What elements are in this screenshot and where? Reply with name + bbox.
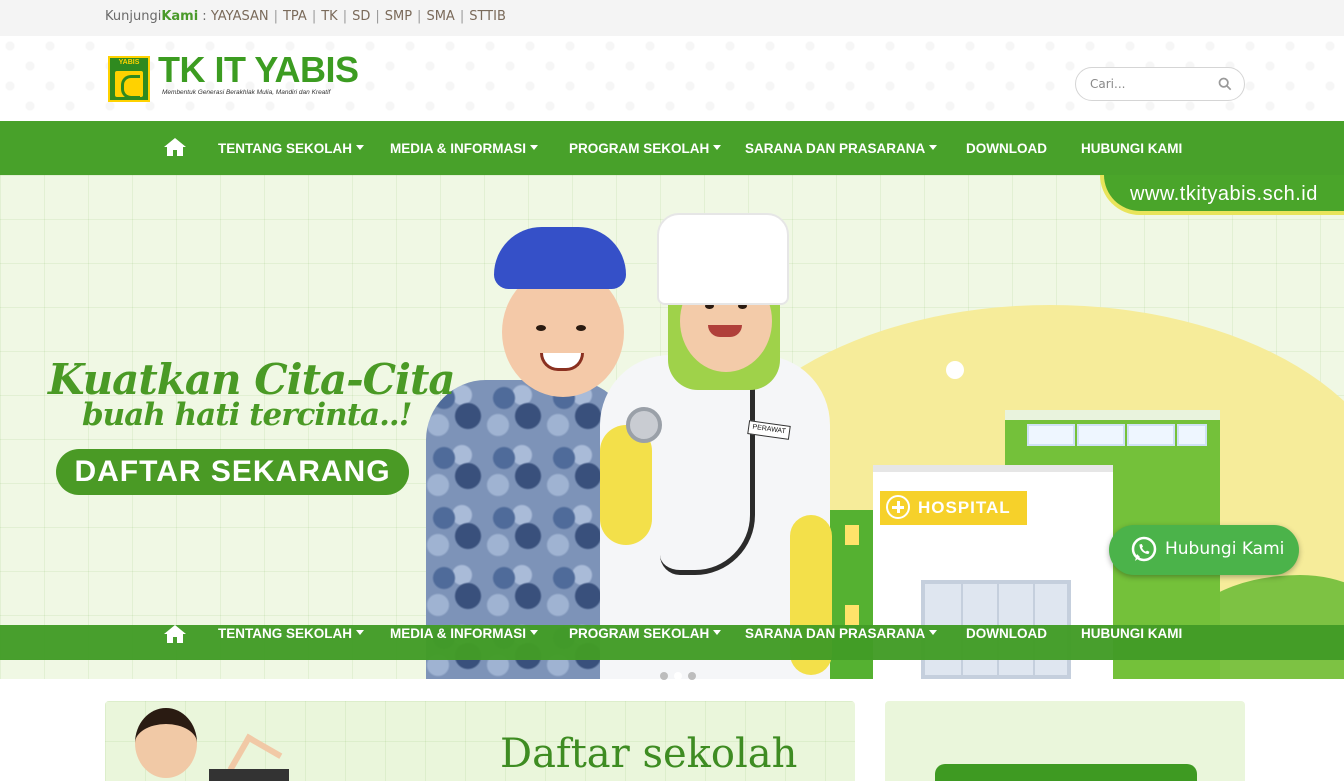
stethoscope-tube [660, 375, 755, 575]
caret-down-icon [929, 629, 938, 635]
school-name[interactable]: TK IT YABIS [158, 49, 359, 91]
caret-down-icon [713, 629, 722, 635]
link-separator: | [417, 9, 422, 24]
building-window [1127, 424, 1175, 446]
link-sma[interactable]: SMA [426, 9, 454, 24]
caret-down-icon [356, 629, 364, 635]
nav-item-hubungi-kami[interactable]: HUBUNGI KAMI [1081, 141, 1182, 156]
nav-item-sarana-prasarana[interactable]: SARANA DAN PRASARANA [745, 141, 938, 156]
hospital-sign: HOSPITAL [880, 491, 1027, 525]
search-box [1075, 67, 1245, 101]
link-separator: | [273, 9, 278, 24]
top-bar: KunjungiKami : YAYASAN | TPA | TK | SD | SMP | SMA… [0, 0, 1344, 36]
register-now-button[interactable]: DAFTAR SEKARANG [56, 449, 409, 495]
visit-colon: : [198, 9, 211, 24]
stethoscope-illustration [626, 407, 662, 443]
carousel-dot[interactable] [688, 672, 696, 680]
nav-item-label: SARANA DAN PRASARANA [745, 626, 926, 641]
nav-item-label: TENTANG SEKOLAH [218, 141, 352, 156]
girl-sleeve [600, 425, 652, 545]
plus-cross-icon [886, 494, 910, 519]
nav-item-tentang-sekolah[interactable]: TENTANG SEKOLAH [218, 141, 364, 156]
link-separator: | [342, 9, 348, 24]
hero-subheadline: buah hati tercinta..! [82, 397, 412, 433]
nav-item-hubungi-kami[interactable]: HUBUNGI KAMI [1081, 626, 1182, 641]
caret-down-icon [530, 629, 538, 635]
boy-eye [576, 325, 586, 331]
logo-emblem-text: YABIS [118, 59, 140, 66]
nav-item-media-informasi[interactable]: MEDIA & INFORMASI [390, 626, 538, 641]
building-window [845, 605, 859, 625]
whatsapp-contact-button[interactable]: Hubungi Kami [1109, 525, 1299, 575]
link-separator: | [375, 9, 380, 24]
side-card-header [935, 764, 1197, 781]
beret-cap [494, 227, 626, 289]
school-logo-emblem[interactable]: YABIS [108, 56, 150, 102]
link-yayasan[interactable]: YAYASAN [211, 9, 269, 24]
nav-item-label: MEDIA & INFORMASI [390, 626, 526, 641]
hero-decor-dot [946, 361, 964, 379]
building-window [1027, 424, 1075, 446]
building-window [845, 525, 859, 545]
nav-item-download[interactable]: DOWNLOAD [966, 626, 1047, 641]
nav-item-label: HUBUNGI KAMI [1081, 626, 1183, 641]
nav-item-sarana-prasarana[interactable]: SARANA DAN PRASARANA [745, 626, 938, 641]
nav-item-download[interactable]: DOWNLOAD [966, 141, 1047, 156]
child-photo [135, 708, 197, 778]
building-window [1177, 424, 1207, 446]
link-sd[interactable]: SD [352, 9, 370, 24]
url-text: www.tkityabis.sch.id [1130, 183, 1318, 205]
nav-item-tentang-sekolah[interactable]: TENTANG SEKOLAH [218, 626, 364, 641]
nav-item-media-informasi[interactable]: MEDIA & INFORMASI [390, 141, 538, 156]
nav-item-label: DOWNLOAD [966, 626, 1047, 641]
caret-down-icon [713, 144, 722, 150]
nav-item-label: HUBUNGI KAMI [1081, 141, 1183, 156]
nav-item-program-sekolah[interactable]: PROGRAM SEKOLAH [569, 141, 722, 156]
visit-links: KunjungiKami : YAYASAN | TPA | TK | SD | SMP | SMA… [105, 9, 506, 24]
link-separator: | [459, 9, 465, 24]
caret-down-icon [530, 144, 538, 150]
school-tagline: Membentuk Generasi Berakhlak Mulia, Mand… [162, 89, 331, 96]
carousel-dot-active[interactable] [674, 672, 682, 680]
register-card-title: Daftar sekolah [500, 731, 798, 777]
nav-item-label: PROGRAM SEKOLAH [569, 141, 710, 156]
link-tpa[interactable]: TPA [283, 9, 307, 24]
nav-item-label: TENTANG SEKOLAH [218, 626, 352, 641]
nav-item-label: MEDIA & INFORMASI [390, 141, 526, 156]
sticky-nav: TENTANG SEKOLAH MEDIA & INFORMASI PROGRA… [0, 625, 1344, 660]
home-icon[interactable] [163, 137, 187, 157]
site-header: YABIS TK IT YABIS Membentuk Generasi Ber… [0, 36, 1344, 121]
carousel-dot[interactable] [660, 672, 668, 680]
home-icon[interactable] [163, 624, 187, 644]
whatsapp-icon [1131, 536, 1157, 562]
whatsapp-label: Hubungi Kami [1165, 539, 1285, 559]
link-separator: | [311, 9, 317, 24]
hero-slider[interactable]: www.tkityabis.sch.id HOSPITAL PERAWAT Ku… [0, 175, 1344, 679]
search-icon[interactable] [1218, 77, 1232, 91]
boy-eye [536, 325, 546, 331]
hospital-sign-label: HOSPITAL [918, 498, 1011, 517]
main-nav: TENTANG SEKOLAH MEDIA & INFORMASI PROGRA… [0, 121, 1344, 175]
caret-down-icon [929, 144, 938, 150]
logo-emblem-mark [115, 71, 143, 99]
link-tk[interactable]: TK [321, 9, 337, 24]
link-smp[interactable]: SMP [385, 9, 412, 24]
building-window [1077, 424, 1125, 446]
nav-item-label: DOWNLOAD [966, 141, 1047, 156]
link-sttib[interactable]: STTIB [469, 9, 506, 24]
nurse-cap [657, 213, 789, 305]
child-paper [209, 769, 289, 781]
search-input[interactable] [1088, 75, 1208, 93]
nav-item-label: SARANA DAN PRASARANA [745, 141, 926, 156]
nav-item-program-sekolah[interactable]: PROGRAM SEKOLAH [569, 626, 722, 641]
caret-down-icon [356, 144, 364, 150]
nav-item-label: PROGRAM SEKOLAH [569, 626, 710, 641]
register-promo-card[interactable]: Daftar sekolah [105, 701, 855, 781]
side-card [885, 701, 1245, 781]
visit-prefix: Kunjungi [105, 9, 162, 24]
visit-prefix-bold: Kami [161, 9, 199, 24]
carousel-indicators [650, 672, 710, 680]
